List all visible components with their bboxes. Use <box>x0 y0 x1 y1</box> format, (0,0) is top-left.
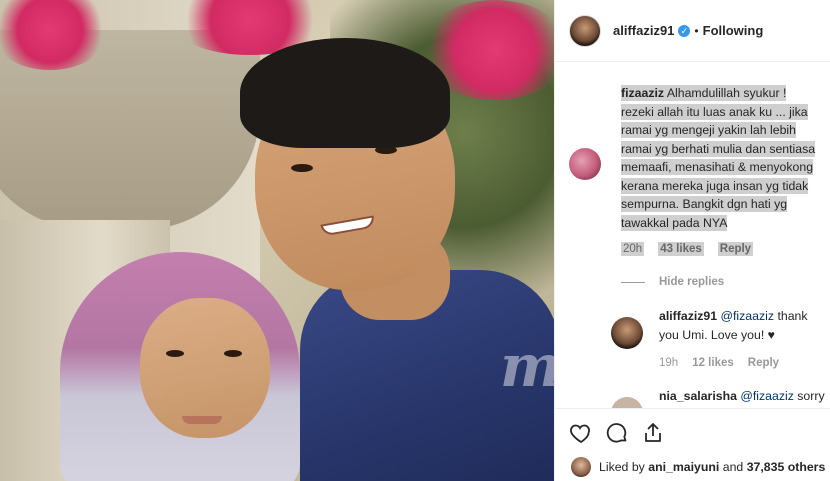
avatar[interactable] <box>571 457 591 477</box>
liked-by: Liked by ani_maiyuni and 37,835 others <box>555 445 830 477</box>
photo-woman-face <box>140 298 270 438</box>
comment-likes[interactable]: 43 likes <box>658 242 704 256</box>
reply-comment: aliffaziz91 @fizaaziz thank you Umi. Lov… <box>569 307 821 373</box>
avatar[interactable] <box>569 148 601 180</box>
avatar[interactable] <box>569 14 601 47</box>
reply-username[interactable]: aliffaziz91 <box>659 309 717 323</box>
post-side-panel: aliffaziz91 ✓ • Following fizaaziz Alham… <box>554 0 830 481</box>
mention-link[interactable]: @fizaaziz <box>740 389 794 403</box>
separator-dot: • <box>694 23 699 38</box>
comments-list[interactable]: fizaaziz Alhamdulillah syukur ! rezeki a… <box>555 62 830 408</box>
liked-by-prefix: Liked by <box>599 460 645 474</box>
reply-button[interactable]: Reply <box>717 242 754 256</box>
post-photo[interactable]: mStar <box>0 0 554 481</box>
liked-by-count[interactable]: 37,835 others <box>747 460 826 474</box>
photo-smile <box>320 215 376 237</box>
share-icon[interactable] <box>641 421 665 445</box>
hide-replies-button[interactable]: Hide replies <box>621 276 821 288</box>
reply-comment: nia_salarisha @fizaaziz sorry aunty but … <box>569 387 825 408</box>
divider <box>621 281 645 283</box>
watermark: mStar <box>500 332 554 400</box>
comment-username[interactable]: fizaaziz <box>621 86 664 100</box>
reply-meta: 19h 12 likes Reply <box>659 354 821 373</box>
hide-replies-label: Hide replies <box>659 276 725 288</box>
avatar[interactable] <box>611 317 643 349</box>
heart-icon[interactable] <box>569 421 593 445</box>
liked-by-user[interactable]: ani_maiyuni <box>648 460 719 474</box>
photo-eye <box>291 164 313 172</box>
verified-badge-icon: ✓ <box>678 24 691 37</box>
post-author-username[interactable]: aliffaziz91 <box>613 23 674 38</box>
mention-link[interactable]: @fizaaziz <box>721 309 775 323</box>
reply-username[interactable]: nia_salarisha <box>659 389 737 403</box>
photo-mouth <box>182 416 222 424</box>
comment-meta: 20h 43 likes Reply <box>621 242 821 256</box>
reply-likes[interactable]: 12 likes <box>692 354 734 373</box>
photo-eye <box>166 350 184 357</box>
post-header: aliffaziz91 ✓ • Following <box>555 0 830 62</box>
photo-man-hair <box>240 38 450 148</box>
comment-time[interactable]: 20h <box>621 242 645 256</box>
comment-icon[interactable] <box>605 421 629 445</box>
comment: fizaaziz Alhamdulillah syukur ! rezeki a… <box>569 84 821 288</box>
following-button[interactable]: Following <box>703 23 764 38</box>
comment-text: Alhamdulillah syukur ! rezeki allah itu … <box>621 86 816 230</box>
action-bar <box>555 409 830 445</box>
liked-by-and: and <box>722 460 744 474</box>
photo-eye <box>224 350 242 357</box>
reply-time[interactable]: 19h <box>659 354 678 373</box>
reply-button[interactable]: Reply <box>748 354 779 373</box>
avatar[interactable] <box>611 396 643 408</box>
post-footer: Liked by ani_maiyuni and 37,835 others <box>555 408 830 481</box>
